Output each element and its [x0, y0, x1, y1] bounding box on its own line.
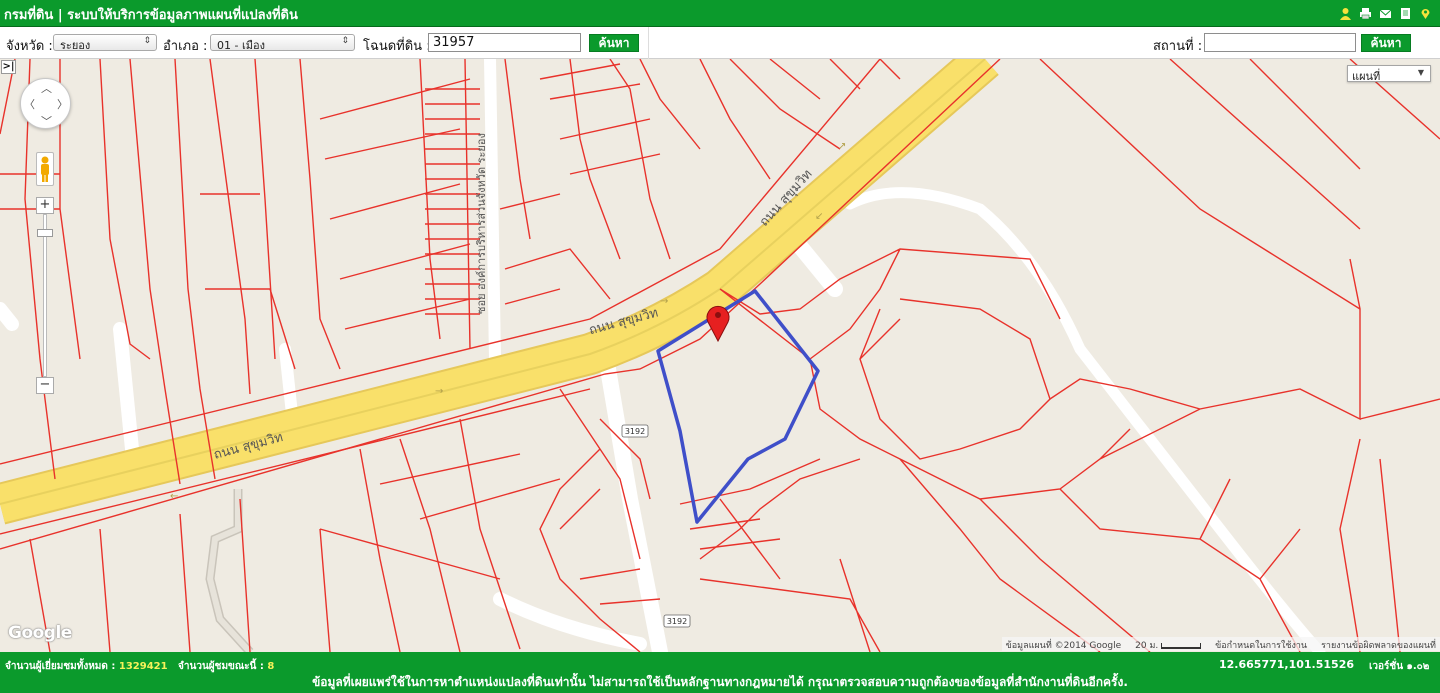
deed-search-button[interactable]: ค้นหา	[589, 34, 639, 52]
zoom-in-button[interactable]: +	[36, 197, 54, 214]
zoom-out-button[interactable]: −	[36, 377, 54, 394]
province-label: จังหวัด :	[6, 39, 53, 54]
district-label: อำเภอ :	[163, 39, 208, 54]
current-visitors-label: จำนวนผู้ชมขณะนี้ :	[178, 661, 264, 672]
zoom-slider-track[interactable]	[43, 214, 47, 377]
document-icon[interactable]	[1399, 5, 1412, 19]
map-scale: 20 ม.	[1135, 638, 1202, 651]
location-icon[interactable]	[1419, 5, 1432, 19]
place-input[interactable]	[1204, 33, 1356, 52]
current-visitors-count: 8	[267, 661, 275, 672]
place-label: สถานที่ :	[1153, 39, 1203, 54]
road-label: ซอย องค์การบริหารส่วนจังหวัด ระยอง	[475, 133, 488, 314]
pan-right-icon[interactable]: 〉	[57, 96, 68, 112]
soi-road	[484, 59, 501, 365]
report-error-link[interactable]: รายงานข้อผิดพลาดของแผนที่	[1321, 638, 1436, 651]
arrow-icon: →	[660, 296, 668, 307]
app-title: กรมที่ดิน | ระบบให้บริการข้อมูลภาพแผนที่…	[4, 8, 298, 23]
user-icon[interactable]	[1339, 5, 1352, 20]
minor-road	[844, 187, 1326, 652]
select-arrow-icon: ⇕	[341, 36, 349, 46]
province-value: ระยอง	[60, 39, 91, 52]
scale-label: 20 ม.	[1135, 641, 1159, 651]
divider	[648, 27, 649, 59]
terms-link[interactable]: ข้อกำหนดในการใช้งาน	[1215, 638, 1307, 651]
version-label: เวอร์ชั่น ๑.๐๒	[1369, 661, 1430, 672]
pan-up-icon[interactable]: ︿	[41, 80, 52, 96]
disclaimer-notice: ข้อมูลที่เผยแพร่ใช้ในการหาตำแหน่งแปลงที่…	[312, 675, 1128, 689]
minor-road	[0, 302, 19, 331]
app-footer: จำนวนผู้เยี่ยมชมทั้งหมด : 1329421 จำนวนผ…	[0, 652, 1440, 693]
header-icons	[1339, 5, 1432, 20]
province-select[interactable]: ระยอง ⇕	[53, 34, 157, 52]
map-attribution: ข้อมูลแผนที่ ©2014 Google 20 ม. ข้อกำหนด…	[1001, 637, 1440, 651]
attribution-text: ข้อมูลแผนที่ ©2014 Google	[1005, 641, 1122, 651]
arrow-icon: ↙	[815, 211, 823, 222]
print-icon[interactable]	[1359, 5, 1372, 20]
total-visitors-label: จำนวนผู้เยี่ยมชมทั้งหมด :	[5, 661, 116, 672]
street-view-pegman-icon[interactable]	[36, 152, 54, 186]
scale-bar	[1161, 642, 1202, 649]
dropdown-arrow-icon: ▼	[1417, 68, 1424, 77]
map-type-select[interactable]: แผนที่ ▼	[1347, 65, 1431, 83]
mail-icon[interactable]	[1379, 5, 1392, 18]
district-select[interactable]: 01 - เมือง ⇕	[210, 34, 355, 52]
map-canvas[interactable]: ถนน สุขุมวิท ถนน สุขุมวิท ถนน สุขุมวิท ซ…	[0, 59, 1440, 652]
visitor-stats: จำนวนผู้เยี่ยมชมทั้งหมด : 1329421 จำนวนผ…	[5, 659, 274, 674]
svg-text:3192: 3192	[625, 427, 645, 436]
location-marker-icon[interactable]	[706, 305, 730, 343]
arrow-icon: ←	[170, 491, 178, 502]
pan-down-icon[interactable]: ﹀	[41, 113, 52, 129]
zoom-slider-handle[interactable]	[37, 229, 53, 237]
map-tiles: ถนน สุขุมวิท ถนน สุขุมวิท ถนน สุขุมวิท ซ…	[0, 59, 1440, 652]
google-logo: Google	[8, 623, 72, 643]
deed-number-input[interactable]: 31957	[428, 33, 581, 52]
arrow-icon: ↗	[838, 141, 846, 152]
deed-label: โฉนดที่ดิน :	[363, 39, 431, 54]
district-value: 01 - เมือง	[217, 39, 265, 52]
place-search-button[interactable]: ค้นหา	[1361, 34, 1411, 52]
app-header: กรมที่ดิน | ระบบให้บริการข้อมูลภาพแผนที่…	[0, 0, 1440, 27]
arrow-icon: →	[435, 386, 443, 397]
coordinates-readout: 12.665771,101.51526	[1219, 658, 1354, 671]
road-3192	[597, 343, 668, 652]
pan-control[interactable]: ︿ ﹀ 〈 〉	[20, 78, 71, 129]
zoom-control: + −	[36, 197, 54, 397]
svg-text:3192: 3192	[667, 617, 687, 626]
minor-road	[493, 592, 647, 651]
search-bar: จังหวัด : ระยอง ⇕ อำเภอ : 01 - เมือง ⇕ โ…	[0, 27, 1440, 59]
total-visitors-count: 1329421	[118, 661, 168, 672]
map-type-value: แผนที่	[1352, 70, 1381, 83]
panel-toggle-button[interactable]: >|	[1, 60, 16, 74]
route-shield: 3192	[621, 424, 649, 438]
route-shield: 3192	[663, 614, 691, 628]
minor-road	[279, 343, 298, 420]
pan-left-icon[interactable]: 〈	[24, 96, 35, 112]
select-arrow-icon: ⇕	[143, 36, 151, 46]
